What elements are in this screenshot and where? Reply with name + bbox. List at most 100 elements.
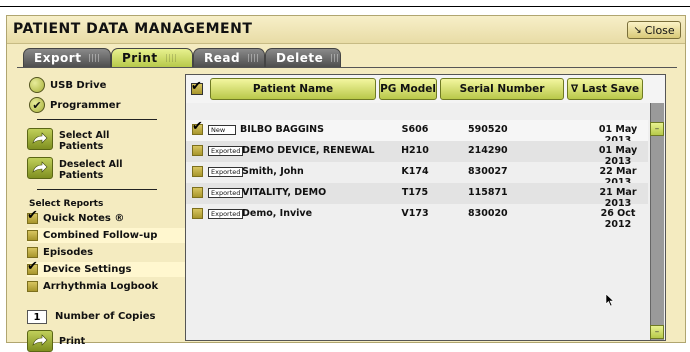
window-title: PATIENT DATA MANAGEMENT	[13, 21, 253, 37]
patient-name: VITALITY, DEMO	[242, 187, 327, 198]
checkbox-checked-icon: ✔	[27, 208, 38, 224]
print-label: Print	[59, 336, 86, 347]
print-button[interactable]	[27, 330, 53, 352]
checkbox-icon[interactable]	[192, 145, 203, 156]
table-header: ✔ Patient Name PG Model Serial Number ∇ …	[186, 75, 665, 103]
table-row[interactable]: ✔ New BILBO BAGGINS S606 590520 01 May 2…	[186, 120, 648, 146]
tab-grip-icon	[248, 54, 261, 62]
tab-print[interactable]: Print	[111, 48, 193, 67]
close-button[interactable]: ↘ Close	[627, 21, 681, 39]
checkbox-icon	[27, 247, 38, 258]
deselect-all-label: Deselect All Patients	[59, 159, 123, 181]
checkbox-checked-icon: ✔	[27, 259, 38, 275]
top-caption-area	[0, 0, 690, 7]
scroll-up-icon[interactable]: –	[650, 122, 664, 136]
usb-drive-label: USB Drive	[50, 79, 107, 91]
copies-input[interactable]: 1	[27, 310, 47, 324]
status-badge: Exported	[208, 146, 244, 156]
checkbox-checked-icon: ✔	[191, 79, 202, 94]
close-arrow-icon: ↘	[633, 24, 642, 36]
programmer-label: Programmer	[50, 99, 121, 111]
patient-name: Smith, John	[242, 166, 304, 177]
pg-model: K174	[401, 166, 429, 177]
status-badge: Exported	[208, 167, 244, 177]
usb-drive-radio[interactable]: USB Drive	[29, 76, 106, 94]
patient-table: ✔ Patient Name PG Model Serial Number ∇ …	[185, 74, 666, 341]
vertical-scrollbar[interactable]	[650, 103, 664, 340]
patient-name: DEMO DEVICE, RENEWAL	[242, 145, 375, 156]
serial-number: 830027	[468, 166, 508, 177]
tab-export[interactable]: Export	[23, 48, 111, 67]
tab-read-label: Read	[204, 51, 241, 65]
select-reports-title: Select Reports	[29, 199, 104, 209]
serial-number: 115871	[468, 187, 508, 198]
tab-grip-icon	[331, 54, 340, 62]
checkbox-icon	[27, 230, 38, 241]
report-label: Quick Notes ®	[43, 213, 125, 224]
pg-model: V173	[401, 208, 429, 219]
patient-name: Demo, Invive	[242, 208, 313, 219]
table-row[interactable]: Exported Smith, John K174 830027 22 Mar …	[186, 162, 648, 188]
checkbox-icon	[27, 281, 38, 292]
top-rule	[0, 6, 690, 7]
table-row[interactable]: Exported DEMO DEVICE, RENEWAL H210 21429…	[186, 141, 648, 167]
right-arrow-icon	[32, 161, 48, 173]
copies-label: Number of Copies	[55, 311, 156, 322]
select-all-button[interactable]	[27, 128, 53, 150]
tab-divider	[17, 67, 677, 68]
report-label: Combined Follow-up	[43, 230, 158, 241]
checkbox-icon[interactable]	[192, 208, 203, 219]
mouse-cursor-icon	[605, 293, 615, 307]
patient-data-window: PATIENT DATA MANAGEMENT ↘ Close Export P…	[6, 15, 686, 352]
tab-delete[interactable]: Delete	[265, 48, 341, 67]
table-row[interactable]: Exported Demo, Invive V173 830020 26 Oct…	[186, 204, 648, 230]
report-arrhythmia-logbook[interactable]: Arrhythmia Logbook	[27, 279, 185, 294]
header-patient-name[interactable]: Patient Name	[210, 78, 376, 100]
last-save-date: 26 Oct 2012	[600, 208, 636, 230]
right-arrow-icon	[32, 334, 48, 346]
header-last-save[interactable]: ∇ Last Save	[567, 78, 643, 100]
title-bar: PATIENT DATA MANAGEMENT ↘ Close	[7, 16, 685, 44]
status-badge: New	[208, 125, 236, 135]
status-badge: Exported	[208, 188, 244, 198]
left-panel: USB Drive ✔ Programmer Select All Patient…	[25, 72, 185, 352]
select-all-checkbox[interactable]: ✔	[191, 79, 203, 95]
table-row[interactable]: Exported VITALITY, DEMO T175 115871 21 M…	[186, 183, 648, 209]
report-label: Arrhythmia Logbook	[43, 281, 159, 292]
tab-export-label: Export	[34, 51, 82, 65]
deselect-all-button[interactable]	[27, 157, 53, 179]
close-label: Close	[644, 23, 675, 37]
pg-model: S606	[401, 124, 429, 135]
header-pg-model[interactable]: PG Model	[379, 78, 437, 100]
checkbox-checked-icon[interactable]: ✔	[192, 120, 203, 135]
divider	[37, 189, 157, 190]
right-arrow-icon	[32, 132, 48, 144]
pg-model: T175	[401, 187, 429, 198]
select-all-label: Select All Patients	[59, 130, 110, 152]
pg-model: H210	[401, 145, 429, 156]
radio-selected-check-icon: ✔	[29, 97, 45, 113]
report-quick-notes[interactable]: ✔ Quick Notes ®	[27, 208, 185, 226]
checkbox-icon[interactable]	[192, 166, 203, 177]
tab-grip-icon	[89, 54, 102, 62]
programmer-radio[interactable]: ✔ Programmer	[29, 96, 121, 114]
report-label: Device Settings	[43, 264, 132, 275]
tab-print-label: Print	[122, 51, 158, 65]
divider	[37, 119, 157, 120]
scroll-down-icon[interactable]: –	[650, 325, 664, 339]
tab-read[interactable]: Read	[193, 48, 265, 67]
tab-grip-icon	[165, 54, 178, 62]
report-combined-follow-up[interactable]: Combined Follow-up	[27, 228, 185, 243]
radio-unselected-icon	[29, 77, 45, 93]
serial-number: 830020	[468, 208, 508, 219]
report-episodes[interactable]: Episodes	[27, 245, 185, 260]
report-device-settings[interactable]: ✔ Device Settings	[27, 259, 185, 277]
checkbox-icon[interactable]	[192, 187, 203, 198]
tab-delete-label: Delete	[276, 51, 324, 65]
header-serial-number[interactable]: Serial Number	[440, 78, 564, 100]
serial-number: 590520	[468, 124, 508, 135]
serial-number: 214290	[468, 145, 508, 156]
status-badge: Exported	[208, 209, 244, 219]
report-label: Episodes	[43, 247, 94, 258]
patient-name: BILBO BAGGINS	[240, 124, 324, 135]
